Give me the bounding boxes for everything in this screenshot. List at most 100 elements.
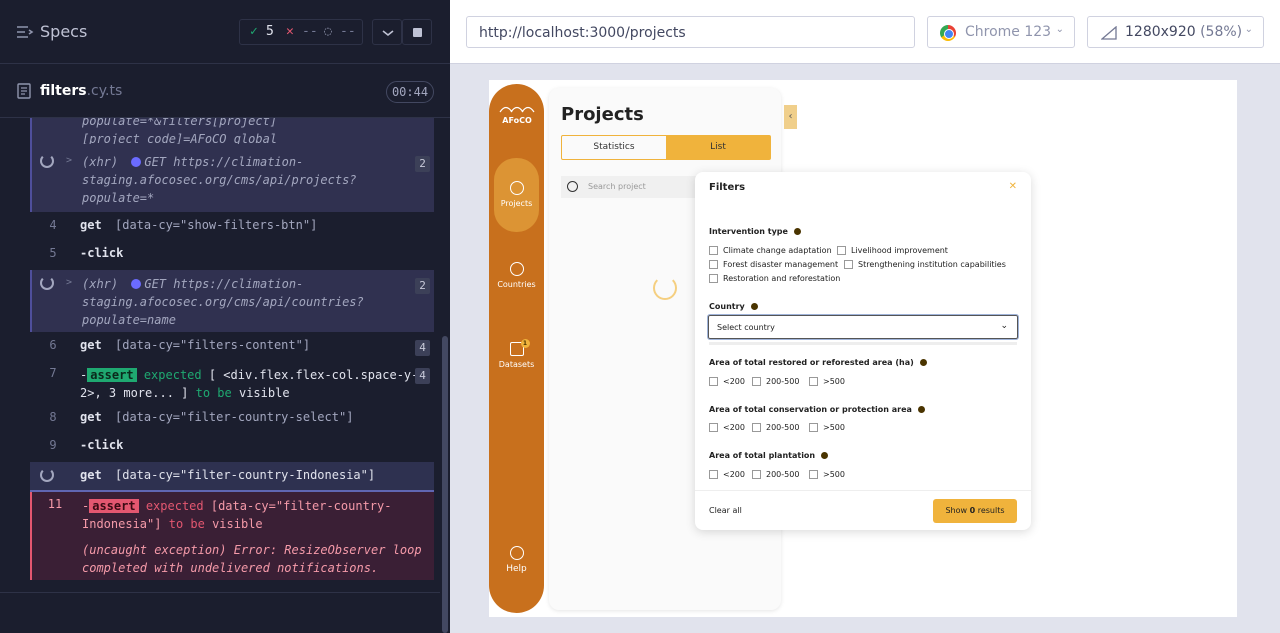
- file-basename: filters: [40, 83, 87, 99]
- app-preview-panel: http://localhost:3000/projects Chrome 12…: [450, 0, 1280, 633]
- spec-file-header: filters.cy.ts 00:44: [0, 64, 450, 118]
- line-number: 8: [49, 410, 57, 424]
- tab-statistics[interactable]: Statistics: [562, 136, 666, 159]
- nav-label: Projects: [500, 199, 533, 208]
- line-number: 11: [47, 497, 63, 511]
- command-row[interactable]: 5 -click: [30, 246, 434, 266]
- specs-label[interactable]: Specs: [40, 22, 87, 41]
- nav-label: Datasets: [498, 360, 535, 369]
- command-name: get: [80, 338, 102, 352]
- url-bar[interactable]: http://localhost:3000/projects: [466, 16, 915, 48]
- checkbox-label: Restoration and reforestation: [723, 274, 841, 283]
- assert-keyword: to be: [195, 386, 232, 400]
- viewport-info[interactable]: 1280x920 (58%) ⌄: [1087, 16, 1264, 48]
- line-number: 6: [49, 338, 57, 352]
- command-name: get: [80, 218, 102, 232]
- checkbox-label: <200: [723, 423, 745, 432]
- chevron-down-icon: ⌄: [1000, 321, 1008, 331]
- xhr-row-projects[interactable]: > (xhr) GET https://climation-staging.af…: [30, 144, 434, 212]
- error-message: (uncaught exception) Error: ResizeObserv…: [82, 543, 422, 575]
- view-tabs: Statistics List: [561, 135, 771, 160]
- passed-count: 5: [266, 24, 274, 39]
- browser-toolbar: http://localhost:3000/projects Chrome 12…: [450, 0, 1280, 64]
- spinner-icon: [40, 276, 54, 290]
- command-row[interactable]: 9 -click: [30, 438, 434, 458]
- checkbox-label: >500: [823, 377, 845, 386]
- info-icon[interactable]: [919, 359, 927, 366]
- checkbox-label: 200-500: [766, 377, 800, 386]
- spinner-icon: [40, 468, 54, 482]
- line-number: 9: [49, 438, 57, 452]
- country-title: Country: [709, 302, 758, 311]
- viewport-scale: (58%): [1200, 24, 1243, 40]
- command-row[interactable]: 6 get [data-cy="filters-content"] 4: [30, 338, 434, 358]
- nav-help[interactable]: Help: [494, 546, 539, 574]
- line-number: 7: [49, 366, 57, 380]
- collapse-all-button[interactable]: [372, 19, 402, 45]
- country-select[interactable]: Select country ⌄: [707, 314, 1019, 340]
- show-prefix: Show: [945, 506, 968, 515]
- tab-list[interactable]: List: [666, 136, 770, 159]
- nav-projects[interactable]: Projects: [494, 158, 539, 232]
- xhr-row-countries[interactable]: > (xhr) GET https://climation-staging.af…: [30, 270, 434, 332]
- section-label: Intervention type: [709, 227, 788, 236]
- info-icon[interactable]: [793, 228, 801, 235]
- assert-row[interactable]: 7 - assert expected [ <div.flex.flex-col.…: [30, 366, 434, 406]
- info-icon[interactable]: [917, 406, 925, 413]
- count-badge: 4: [415, 368, 430, 384]
- checkbox-label: Livelihood improvement: [851, 246, 948, 255]
- section-label: Country: [709, 302, 745, 311]
- section-label: Area of total plantation: [709, 451, 816, 460]
- xhr-url: https://climation-staging.afocosec.org/c…: [82, 277, 364, 327]
- line-number: 4: [49, 218, 57, 232]
- viewport-size: 1280x920 (58%): [1125, 24, 1242, 40]
- log-scrollbar[interactable]: [442, 336, 448, 633]
- clear-all-button[interactable]: Clear all: [709, 506, 742, 515]
- chevron-down-icon: ⌄: [1055, 24, 1064, 35]
- search-input[interactable]: Search project: [561, 176, 701, 198]
- logo-text: AFoCO: [502, 116, 532, 125]
- viewport-dimensions: 1280x920: [1125, 24, 1196, 40]
- filters-title: Filters: [709, 182, 746, 193]
- active-command-row[interactable]: get [data-cy="filter-country-Indonesia"]: [30, 462, 434, 492]
- collapse-panel-button[interactable]: ‹: [784, 105, 797, 129]
- select-placeholder: Select country: [717, 323, 775, 332]
- chevron-right-icon[interactable]: >: [66, 155, 72, 166]
- xhr-prefix: (xhr): [82, 155, 119, 169]
- failed-assert-row[interactable]: 11 - assert expected [data-cy="filter-cou…: [30, 492, 434, 580]
- close-icon[interactable]: ✕: [1009, 181, 1017, 192]
- nav-datasets[interactable]: 1 Datasets: [494, 339, 539, 369]
- command-row[interactable]: populate=*&filters[project][project_code…: [30, 118, 434, 146]
- chevron-right-icon[interactable]: >: [66, 277, 72, 288]
- command-name: -click: [80, 246, 124, 260]
- xhr-url: https://climation-staging.afocosec.org/c…: [82, 155, 357, 205]
- pending-icon: ◌: [324, 24, 332, 39]
- spec-file-name[interactable]: filters.cy.ts: [40, 83, 122, 99]
- count-badge: 2: [415, 278, 430, 294]
- chevron-down-icon: [382, 30, 394, 37]
- info-icon[interactable]: [750, 303, 758, 310]
- area-restored-title: Area of total restored or reforested are…: [709, 358, 927, 367]
- specs-list-icon[interactable]: [16, 24, 34, 40]
- count-badge: 4: [415, 340, 430, 356]
- browser-selector[interactable]: Chrome 123 ⌄: [927, 16, 1075, 48]
- browser-name: Chrome 123: [965, 24, 1052, 40]
- checkbox-label: <200: [723, 470, 745, 479]
- command-message: [data-cy="filter-country-Indonesia"]: [115, 468, 376, 482]
- ruler-icon: [1101, 26, 1117, 40]
- nav-countries[interactable]: Countries: [494, 262, 539, 289]
- checkbox-label: >500: [823, 470, 845, 479]
- afoco-logo[interactable]: AFoCO: [497, 106, 537, 125]
- command-name: get: [80, 468, 102, 482]
- file-extension: .cy.ts: [86, 83, 123, 99]
- command-row[interactable]: 4 get [data-cy="show-filters-btn"]: [30, 218, 434, 238]
- stop-button[interactable]: [402, 19, 432, 45]
- command-row[interactable]: 8 get [data-cy="filter-country-select"]: [30, 410, 434, 430]
- checkbox-label: 200-500: [766, 470, 800, 479]
- chevron-down-icon: ⌄: [1244, 24, 1253, 35]
- show-results-button[interactable]: Show 0 results: [933, 499, 1017, 523]
- help-icon: [509, 546, 524, 560]
- dropdown-edge: [709, 342, 1017, 345]
- cypress-runner: Specs ✓ 5 ✕ -- ◌ -- filters.cy.ts 00:44: [0, 0, 1280, 633]
- info-icon[interactable]: [821, 452, 829, 459]
